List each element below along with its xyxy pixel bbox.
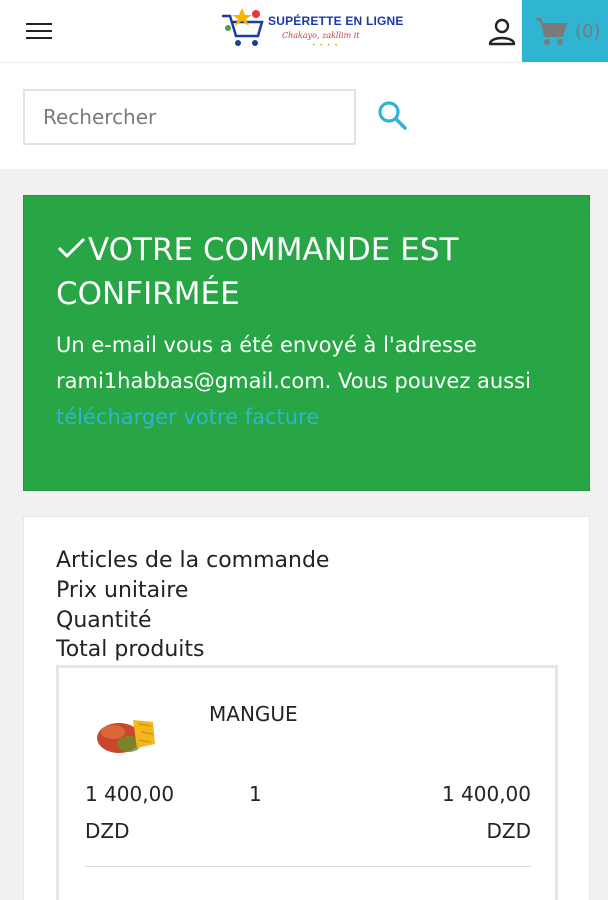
order-item: MANGUE 1 400,00 DZD 1 1 400,00 DZD (56, 665, 558, 900)
logo-cart-icon (222, 8, 264, 46)
product-unit-price: 1 400,00 DZD (85, 782, 175, 843)
header-articles: Articles de la commande (56, 548, 330, 573)
logo-sub: • • • • (312, 42, 339, 49)
menu-icon-bar (26, 37, 52, 39)
divider (85, 866, 531, 867)
order-items-section: Articles de la commande Prix unitaire Qu… (23, 516, 590, 900)
product-total: 1 400,00 DZD (441, 782, 531, 843)
cart-icon (536, 18, 567, 45)
order-confirmation-banner: VOTRE COMMANDE EST CONFIRMÉE Un e-mail v… (23, 195, 590, 491)
header-unit-price: Prix unitaire (56, 578, 189, 603)
confirmation-title-text: VOTRE COMMANDE EST CONFIRMÉE (56, 232, 459, 312)
confirmation-title: VOTRE COMMANDE EST CONFIRMÉE (56, 228, 556, 316)
cart-button[interactable]: (0) (522, 0, 608, 62)
logo-text: SUPÉRETTE EN LIGNE (268, 14, 404, 28)
store-logo[interactable]: SUPÉRETTE EN LIGNE Chakayo, zakllim it •… (216, 6, 403, 52)
cart-count: (0) (575, 21, 601, 42)
site-header: SUPÉRETTE EN LIGNE Chakayo, zakllim it •… (0, 0, 608, 62)
menu-button[interactable] (24, 21, 54, 41)
search-bar (0, 62, 608, 169)
download-invoice-link[interactable]: télécharger votre facture (56, 405, 319, 429)
product-name: MANGUE (209, 702, 298, 726)
logo-tagline: Chakayo, zakllim it (282, 31, 360, 40)
header-quantity: Quantité (56, 608, 152, 633)
confirmation-message-text: Un e-mail vous a été envoyé à l'adresse … (56, 333, 531, 393)
account-button[interactable] (486, 16, 518, 48)
user-icon (488, 18, 516, 46)
product-quantity: 1 (249, 782, 262, 806)
search-input[interactable] (23, 89, 356, 145)
menu-icon-bar (26, 23, 52, 25)
mango-image (97, 720, 155, 753)
menu-icon-bar (26, 30, 52, 32)
search-button[interactable] (376, 99, 410, 133)
search-icon (378, 101, 407, 130)
check-icon (57, 237, 86, 259)
confirmation-message: Un e-mail vous a été envoyé à l'adresse … (56, 327, 566, 435)
header-total: Total produits (56, 637, 205, 662)
